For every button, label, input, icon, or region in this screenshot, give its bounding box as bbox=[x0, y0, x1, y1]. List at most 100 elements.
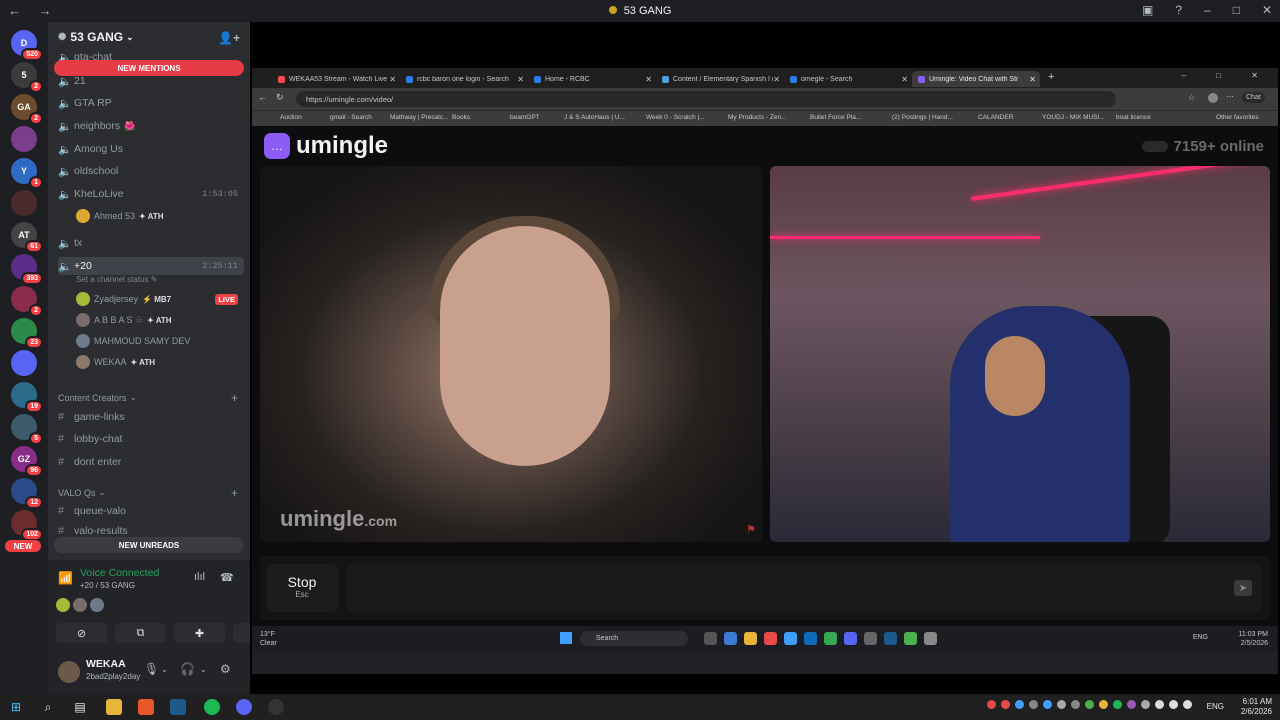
pinned-app-icon[interactable] bbox=[724, 632, 737, 645]
activities-button[interactable]: ✚ bbox=[174, 623, 225, 643]
add-user-icon[interactable]: 👤+ bbox=[218, 31, 240, 45]
server-icon[interactable]: 393 bbox=[11, 254, 43, 285]
browser-tab[interactable]: rcbc baron one login - Search ✕ bbox=[400, 71, 528, 87]
tray-icon[interactable] bbox=[1127, 700, 1136, 709]
theme-toggle[interactable] bbox=[1142, 141, 1168, 152]
browser-tab[interactable]: WEKAA53 Stream - Watch Live on ✕ bbox=[272, 71, 400, 87]
username[interactable]: WEKAA bbox=[86, 658, 126, 670]
signal-icon[interactable]: 📶 bbox=[58, 571, 73, 585]
bookmark-item[interactable]: boat licence bbox=[1116, 114, 1151, 121]
windows-start-icon[interactable] bbox=[560, 632, 572, 644]
guild-header[interactable]: ✺ 53 GANG ⌄ 👤+ bbox=[48, 22, 250, 52]
voice-user-ahmed[interactable]: Ahmed 53 ✦ ATH bbox=[76, 207, 242, 225]
new-unreads-pill[interactable]: NEW UNREADS bbox=[54, 537, 244, 553]
close-tab-icon[interactable]: ✕ bbox=[645, 75, 652, 84]
tray-icon[interactable] bbox=[987, 700, 996, 709]
stream-view[interactable]: + – □ ✕ WEKAA53 Stream - Watch Live on ✕ r… bbox=[250, 22, 1280, 694]
server-icon[interactable]: 52 bbox=[11, 62, 43, 93]
server-icon[interactable]: 23 bbox=[11, 318, 43, 349]
channel-game-links[interactable]: # game-links bbox=[58, 408, 244, 426]
screen-share-button[interactable]: ⧉ bbox=[115, 623, 166, 643]
new-servers-badge[interactable]: NEW bbox=[5, 540, 41, 552]
copilot-chat-button[interactable]: Chat bbox=[1242, 92, 1265, 103]
settings-gear-icon[interactable]: ⚙ bbox=[220, 662, 231, 676]
minimize-icon[interactable]: – bbox=[1204, 3, 1211, 17]
steam-icon[interactable] bbox=[170, 699, 186, 715]
channel-21[interactable]: 🔈 21 bbox=[58, 72, 244, 90]
channel-khelolive[interactable]: 🔈 KheLoLive 1:53:05 bbox=[58, 185, 244, 203]
browser-tab[interactable]: Content / Elementary Spanish I (3(✕ bbox=[656, 71, 784, 87]
tray-icon[interactable] bbox=[1141, 700, 1150, 709]
add-channel-icon[interactable]: + bbox=[231, 486, 238, 500]
avatar[interactable] bbox=[90, 598, 104, 612]
language-indicator[interactable]: ENG bbox=[1193, 634, 1208, 641]
bookmark-item[interactable]: (2) Postings | Hand... bbox=[892, 114, 953, 121]
brave-browser-icon[interactable] bbox=[138, 699, 154, 715]
tray-icon[interactable] bbox=[1001, 700, 1010, 709]
server-icon[interactable]: 5 bbox=[11, 414, 43, 445]
pinned-app-icon[interactable] bbox=[804, 632, 817, 645]
server-icon[interactable]: D 520 bbox=[11, 30, 43, 61]
bookmark-item[interactable]: CALANDER bbox=[978, 114, 1013, 121]
server-icon[interactable]: 102 bbox=[11, 510, 43, 541]
channel-status-line[interactable]: Set a channel status ✎ bbox=[76, 275, 157, 284]
bookmark-item[interactable]: YOUDJ - MIX MUSI... bbox=[1042, 114, 1105, 121]
taskbar-search[interactable]: Search bbox=[580, 631, 688, 646]
pinned-app-icon[interactable] bbox=[784, 632, 797, 645]
server-icon[interactable]: GA 2 bbox=[11, 94, 43, 125]
close-tab-icon[interactable]: ✕ bbox=[517, 75, 524, 84]
close-tab-icon[interactable]: ✕ bbox=[901, 75, 908, 84]
avatar[interactable] bbox=[58, 661, 80, 683]
file-explorer-icon[interactable] bbox=[106, 699, 122, 715]
server-icon[interactable]: 12 bbox=[11, 478, 43, 509]
camera-off-button[interactable]: ⊘ bbox=[56, 623, 107, 643]
taskbar-clock[interactable]: 11:03 PM 2/5/2026 bbox=[1239, 630, 1268, 648]
taskbar-clock[interactable]: 6:01 AM 2/6/2026 bbox=[1241, 697, 1272, 717]
message-input[interactable]: ➤ bbox=[346, 564, 1262, 612]
disconnect-icon[interactable]: ☎ bbox=[220, 571, 234, 584]
channel-queue-valo[interactable]: # queue-valo bbox=[58, 502, 244, 520]
windows-start-icon[interactable]: ⊞ bbox=[8, 699, 24, 715]
close-tab-icon[interactable]: ✕ bbox=[773, 75, 780, 84]
channel-oldschool[interactable]: 🔈 oldschool bbox=[58, 162, 244, 180]
language-indicator[interactable]: ENG bbox=[1207, 702, 1224, 711]
microphone-icon[interactable]: 🎙 bbox=[144, 662, 159, 676]
weather-widget[interactable]: 13°F Clear bbox=[260, 630, 277, 648]
headphones-icon[interactable]: 🎧 bbox=[180, 662, 195, 676]
search-icon[interactable]: ⌕ bbox=[40, 699, 56, 715]
task-view-icon[interactable]: ▤ bbox=[72, 699, 88, 715]
browser-tab[interactable]: Home - RCBC ✕ bbox=[528, 71, 656, 87]
channel-tx[interactable]: 🔈 tx bbox=[58, 234, 244, 252]
pinned-app-icon[interactable] bbox=[844, 632, 857, 645]
send-icon[interactable]: ➤ bbox=[1234, 580, 1252, 596]
bookmark-item[interactable]: Mathway | Precalc... bbox=[390, 114, 448, 121]
channel-dont-enter[interactable]: # dont enter bbox=[58, 453, 244, 471]
add-channel-icon[interactable]: + bbox=[231, 391, 238, 405]
tray-icon[interactable] bbox=[1029, 700, 1038, 709]
voice-user-abbas[interactable]: A B B A S ♧ ✦ ATH bbox=[76, 311, 242, 329]
discord-icon[interactable] bbox=[236, 699, 252, 715]
channel-lobby-chat[interactable]: # lobby-chat bbox=[58, 430, 244, 448]
server-icon[interactable]: 19 bbox=[11, 382, 43, 413]
report-flag-icon[interactable]: ⚑ bbox=[746, 523, 756, 536]
menu-icon[interactable]: ⋯ bbox=[1226, 92, 1234, 101]
back-arrow-icon[interactable]: ← bbox=[258, 92, 267, 102]
server-icon[interactable] bbox=[11, 126, 37, 152]
category-content-creators[interactable]: Content Creators ⌄ + bbox=[58, 391, 244, 405]
refresh-icon[interactable]: ↻ bbox=[276, 92, 284, 103]
tray-icon[interactable] bbox=[1057, 700, 1066, 709]
server-icon[interactable]: 2 bbox=[11, 286, 43, 317]
pinned-app-icon[interactable] bbox=[704, 632, 717, 645]
tray-icon[interactable] bbox=[1085, 700, 1094, 709]
chevron-down-icon[interactable]: ⌄ bbox=[200, 665, 207, 674]
bookmark-item[interactable]: Other favorites bbox=[1216, 114, 1259, 121]
new-tab-icon[interactable]: + bbox=[1048, 71, 1054, 83]
tray-icon[interactable] bbox=[1183, 700, 1192, 709]
browser-tab[interactable]: Umingle: Video Chat with Str ✕ bbox=[912, 71, 1040, 87]
avatar[interactable] bbox=[56, 598, 70, 612]
pinned-app-icon[interactable] bbox=[824, 632, 837, 645]
bookmark-item[interactable]: Auction bbox=[280, 114, 302, 121]
voice-status-title[interactable]: Voice Connected bbox=[80, 567, 159, 579]
inbox-icon[interactable]: ▣ bbox=[1142, 3, 1153, 17]
pinned-app-icon[interactable] bbox=[924, 632, 937, 645]
